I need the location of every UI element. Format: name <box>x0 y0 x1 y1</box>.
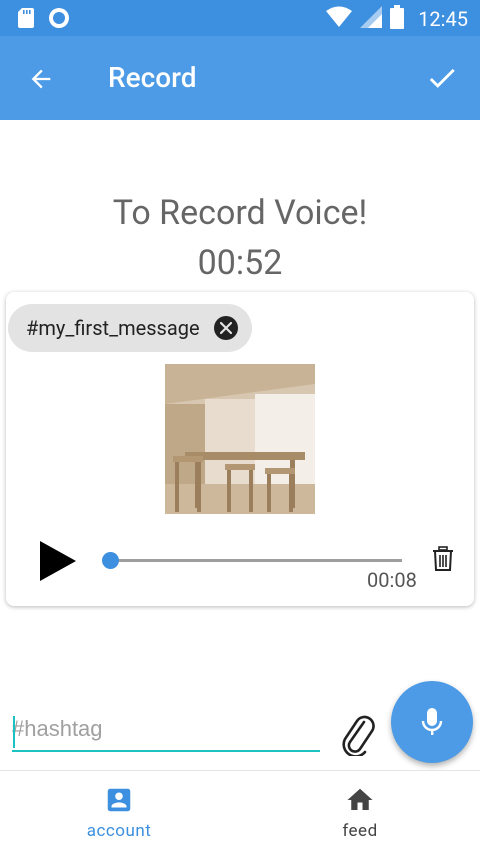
back-button[interactable] <box>24 62 58 96</box>
confirm-button[interactable] <box>424 60 460 96</box>
app-bar: Record <box>0 36 480 120</box>
hashtag-input[interactable] <box>12 712 320 752</box>
check-icon <box>429 68 455 88</box>
audio-elapsed-time: 00:08 <box>367 568 417 592</box>
hashtag-chip[interactable]: #my_first_message <box>8 304 252 352</box>
nav-item-feed[interactable]: feed <box>300 785 420 841</box>
nav-label-feed: feed <box>342 821 378 841</box>
microphone-icon <box>421 708 443 735</box>
chip-remove-button[interactable] <box>213 316 238 340</box>
record-screen: 12:45 Record To Record Voice! 00:52 #my_… <box>0 0 480 854</box>
play-button[interactable] <box>38 539 78 583</box>
signal-icon <box>360 6 383 32</box>
record-heading: To Record Voice! <box>112 193 368 233</box>
delete-button[interactable] <box>432 546 454 572</box>
trash-icon <box>433 546 453 571</box>
text-caret <box>13 716 15 748</box>
hashtag-chip-label: #my_first_message <box>26 316 200 340</box>
attach-button[interactable] <box>340 712 376 758</box>
record-mic-button[interactable] <box>391 681 473 763</box>
attached-photo <box>165 364 315 514</box>
record-timer: 00:52 <box>197 243 283 283</box>
status-bar: 12:45 <box>0 0 480 36</box>
play-icon <box>40 541 76 581</box>
account-box-icon <box>107 788 131 812</box>
sd-card-icon <box>18 8 34 32</box>
bottom-navigation: account feed <box>0 770 480 854</box>
audio-seek-track[interactable] <box>110 559 402 562</box>
close-icon <box>219 322 232 334</box>
status-time: 12:45 <box>418 7 468 31</box>
paperclip-icon <box>342 715 375 758</box>
battery-icon <box>390 5 405 33</box>
nav-label-account: account <box>86 821 152 841</box>
page-title: Record <box>108 61 197 94</box>
audio-seek-thumb[interactable] <box>102 552 119 569</box>
wifi-icon <box>326 6 353 32</box>
message-card: #my_first_message 00:08 <box>6 292 474 606</box>
nav-item-account[interactable]: account <box>59 785 179 841</box>
sync-circle-icon <box>48 7 70 33</box>
home-icon <box>347 788 373 810</box>
arrow-left-icon <box>31 69 51 89</box>
